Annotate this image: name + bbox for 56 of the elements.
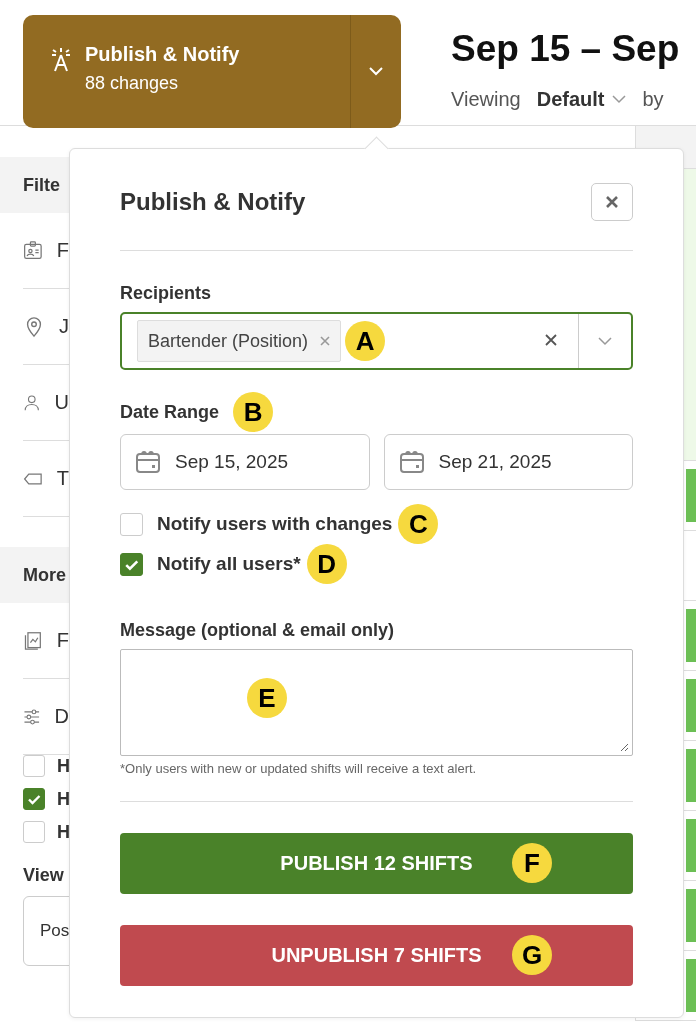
viewing-label: Viewing [451, 88, 521, 111]
callout-badge: B [233, 392, 274, 432]
date-field[interactable]: Sep 21, 2025 [383, 434, 633, 490]
section-title: More [23, 564, 66, 586]
by-label: by [642, 88, 664, 111]
section-title: Filte [23, 174, 60, 196]
chevron-down-icon [598, 336, 612, 346]
checkbox[interactable] [120, 512, 143, 536]
chevron-down-icon [612, 95, 627, 104]
date-field[interactable]: Sep 15, 2025 [120, 434, 370, 490]
view-dropdown[interactable]: Default [536, 88, 627, 111]
field-label: Date Range [120, 401, 220, 423]
checkbox-label: H [57, 788, 70, 810]
shift-bar[interactable] [686, 819, 696, 872]
message-field[interactable]: E [120, 649, 633, 756]
calendar-icon [135, 450, 161, 474]
calendar-icon [398, 450, 425, 474]
callout-badge: E [247, 678, 287, 718]
callout-badge: F [512, 843, 552, 883]
shift-bar[interactable] [686, 679, 696, 732]
field-label: Recipients [120, 283, 213, 304]
callout-badge: G [512, 935, 552, 975]
checkbox[interactable] [23, 755, 45, 777]
shift-bar[interactable] [686, 889, 696, 942]
close-icon [606, 195, 618, 208]
checkbox[interactable] [23, 821, 45, 843]
button-title: Publish & Notify [85, 43, 240, 66]
callout-badge: D [306, 544, 347, 584]
callout-badge: C [398, 504, 439, 544]
shift-bar[interactable] [686, 749, 696, 802]
callout-badge: A [345, 321, 386, 361]
checkbox-label: Notify users with changes [157, 513, 393, 535]
unpublish-button[interactable]: UNPUBLISH 7 SHIFTS G [120, 925, 633, 986]
shift-bar[interactable] [686, 469, 696, 522]
week-title: Sep 15 – Sep [451, 28, 680, 70]
publish-button[interactable]: PUBLISH 12 SHIFTS F [120, 833, 633, 894]
view-label: View [22, 865, 65, 886]
checkbox[interactable] [23, 788, 45, 810]
checkbox-label: Notify all users* [157, 553, 301, 575]
recipient-chip[interactable]: Bartender (Position) [137, 320, 342, 362]
checkbox-label: H [57, 821, 70, 843]
shift-bar[interactable] [686, 959, 696, 1012]
helper-note: *Only users with new or updated shifts will receive a text alert. [120, 761, 478, 776]
shift-bar[interactable] [686, 609, 696, 662]
publish-button[interactable]: Publish & Notify 88 changes [23, 15, 401, 128]
close-button[interactable] [591, 182, 633, 221]
popover-title: Publish & Notify [120, 187, 306, 216]
change-count: 88 changes [85, 73, 180, 94]
resize-handle-icon [620, 743, 629, 752]
clear-icon [545, 334, 557, 346]
field-label: Message (optional & email only) [120, 620, 396, 641]
recipients-select[interactable]: Bartender (Position) A [120, 312, 633, 370]
checkbox[interactable] [120, 552, 143, 576]
checkbox-label: H [57, 755, 70, 777]
chevron-down-icon [369, 67, 383, 76]
remove-icon [320, 336, 331, 346]
